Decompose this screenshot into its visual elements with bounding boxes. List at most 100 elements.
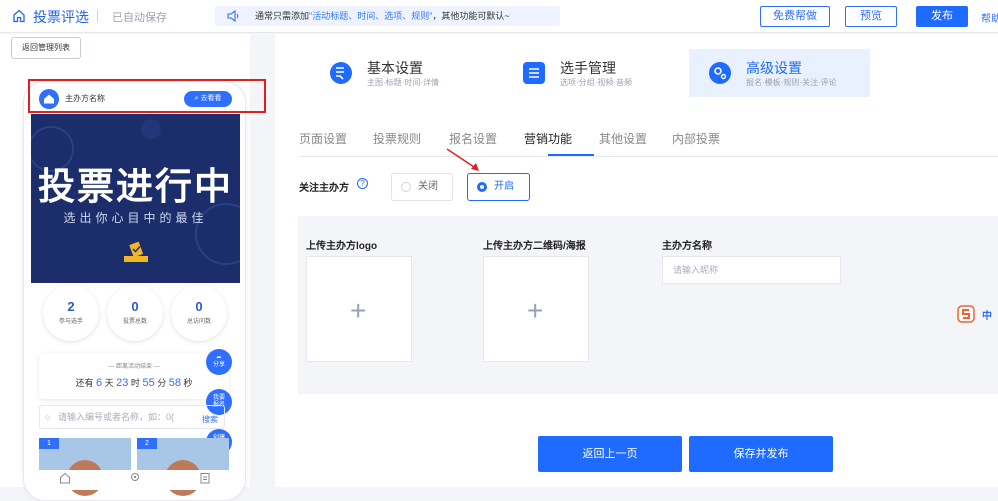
stat-label: 参与选手 [58,319,83,325]
candidate-number: 2 [137,438,157,449]
gear-icon [709,62,731,84]
logo-upload-box[interactable]: + [306,256,412,362]
help-link[interactable]: 帮助 [981,10,998,25]
help-icon[interactable]: ? [357,178,368,189]
ime-label: 中 [982,311,992,322]
signup-label-1: 我要 [212,395,225,401]
edit-icon [330,62,352,84]
banner: 投票进行中 选出你心目中的最佳 [31,114,240,283]
candidate-number: 1 [39,438,59,449]
search-button[interactable]: 搜索 [202,414,218,425]
tab-marketing[interactable]: 营销功能 [524,130,572,147]
save-publish-button[interactable]: 保存并发布 [689,436,833,472]
countdown-days-unit: 天 [104,378,114,388]
step-desc: 主图·标题·时间·详情 [367,78,439,87]
countdown-hours-unit: 时 [130,378,140,388]
qr-upload-label: 上传主办方二维码/海报 [483,241,586,252]
top-bar: 投票评选 已自动保存 通常只需添加"活动标题、时间、选项、规则"，其他功能可默认… [0,0,998,33]
step-desc: 选项·分组·视频·音频 [560,78,632,87]
stat-votes: 0 投票总数 [107,285,163,341]
sogou-icon [957,305,975,323]
organizer-name-placeholder: 请输入昵称 [673,265,719,275]
publish-button[interactable]: 发布 [916,6,968,27]
ballot-box-icon [124,241,148,262]
highlight-box [28,79,266,113]
speaker-icon [227,10,239,22]
home-tab-icon[interactable] [59,472,71,484]
list-icon [523,62,545,84]
back-button[interactable]: 返回上一页 [538,436,682,472]
tab-internal-vote[interactable]: 内部投票 [672,130,720,147]
back-to-list-tooltip[interactable]: 返回管理列表 [11,37,81,59]
search-icon: ○ [45,412,51,422]
stats-row: 2 参与选手 0 投票总数 0 总访问数 [31,285,240,345]
active-tab-underline [548,154,594,156]
qr-upload-box[interactable]: + [483,256,589,362]
notice-text-highlight: "活动标题、时间、选项、规则" [309,11,433,21]
tab-other-settings[interactable]: 其他设置 [599,130,647,147]
share-button[interactable]: ➦ 分享 [206,349,232,375]
follow-organizer-label: 关注主办方 [299,183,349,194]
location-tab-icon[interactable] [129,472,141,484]
stat-value: 0 [195,299,203,314]
autosave-status: 已自动保存 [112,12,167,24]
free-help-button[interactable]: 免费帮做 [760,6,830,27]
countdown-minutes: 55 [142,377,155,389]
stat-participants: 2 参与选手 [43,285,99,341]
stat-label: 总访问数 [186,319,211,325]
countdown-seconds-unit: 秒 [183,378,193,388]
countdown-prefix: 还有 [75,378,94,388]
stat-value: 0 [131,299,139,314]
step-basic-settings[interactable]: 基本设置 主图·标题·时间·详情 [322,49,502,97]
tab-page-settings[interactable]: 页面设置 [299,130,347,147]
organizer-upload-area: 上传主办方logo + 上传主办方二维码/海报 + 主办方名称 请输入昵称 [298,216,998,394]
settings-tabs: 页面设置 投票规则 报名设置 营销功能 其他设置 内部投票 [299,127,998,157]
radio-label: 关闭 [418,181,438,192]
phone-preview: 主办方名称 ⌕ 去看看 投票进行中 选出你心目中的最佳 2 参与选手 0 投票总… [23,81,246,501]
tab-vote-rules[interactable]: 投票规则 [373,130,421,147]
settings-panel: 基本设置 主图·标题·时间·详情 选手管理 选项·分组·视频·音频 高级设置 报… [275,34,998,487]
notice-text-suffix: ，其他功能可默认~ [432,11,510,21]
radio-label: 开启 [494,181,514,192]
countdown-seconds: 58 [168,377,181,389]
step-title: 高级设置 [746,60,802,76]
countdown-minutes-unit: 分 [157,378,167,388]
radio-dot [401,182,411,192]
logo-upload-label: 上传主办方logo [306,241,378,252]
tab-signup-settings[interactable]: 报名设置 [449,130,497,147]
stat-visits: 0 总访问数 [171,285,227,341]
list-tab-icon[interactable] [199,472,211,484]
follow-on-radio[interactable]: 开启 [467,173,530,201]
organizer-name-input[interactable]: 请输入昵称 [662,256,841,284]
countdown-label: — 距离活动结束 — [108,364,160,370]
countdown-hours: 23 [116,377,129,389]
stat-label: 投票总数 [122,319,147,325]
follow-off-radio[interactable]: 关闭 [391,173,453,201]
home-icon[interactable] [12,9,26,23]
step-contestant-management[interactable]: 选手管理 选项·分组·视频·音频 [515,49,685,97]
banner-subtitle: 选出你心目中的最佳 [63,211,208,225]
share-label: 分享 [212,362,225,368]
plus-icon: + [527,295,544,326]
countdown: — 距离活动结束 — 还有 6 天 23 时 55 分 58 秒 [39,353,229,399]
radio-dot [477,182,487,192]
share-icon: ➦ [216,355,222,361]
stat-value: 2 [67,299,75,314]
preview-button[interactable]: 预览 [845,6,897,27]
plus-icon: + [350,295,367,326]
step-title: 选手管理 [560,60,616,76]
ime-indicator[interactable]: 中 [950,304,998,324]
step-advanced-settings[interactable]: 高级设置 报名·模板·规则·关注·评论 [689,49,870,97]
notice-text-prefix: 通常只需添加 [255,11,310,21]
phone-tab-bar [24,470,245,490]
search-input[interactable]: ○ 请输入编号或者名称，如：0( [39,405,225,429]
search-placeholder: 请输入编号或者名称，如：0( [58,412,175,422]
divider [97,10,98,22]
banner-title: 投票进行中 [38,164,233,208]
countdown-timer: 还有 6 天 23 时 55 分 58 秒 [39,376,229,389]
countdown-days: 6 [95,377,103,389]
step-title: 基本设置 [367,60,423,76]
app-title: 投票评选 [33,9,89,25]
annotation-arrow [446,148,479,171]
step-desc: 报名·模板·规则·关注·评论 [746,78,837,87]
